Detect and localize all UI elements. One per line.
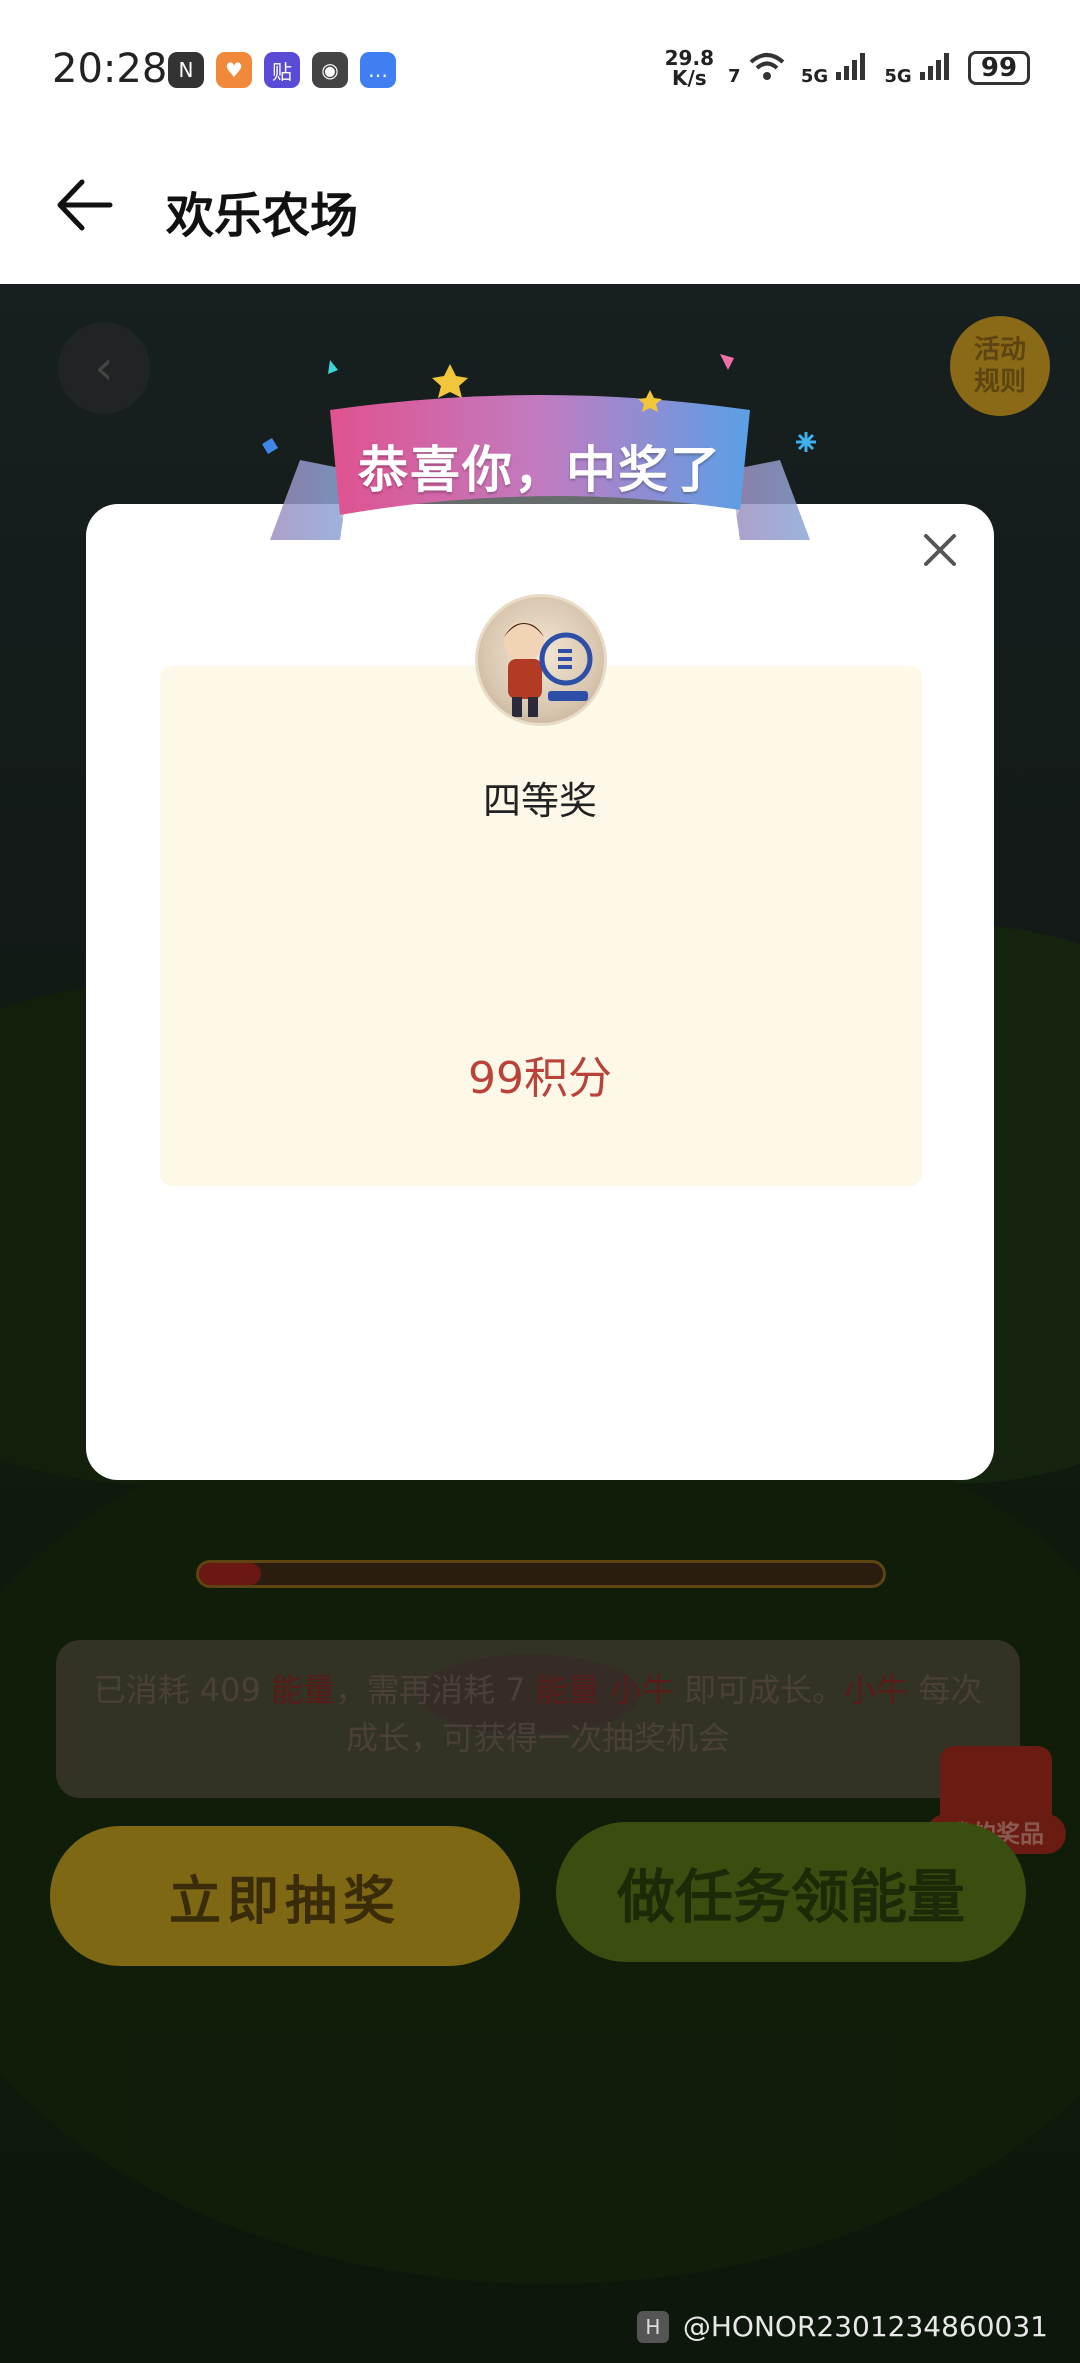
network-speed-value: 29.8 — [664, 46, 714, 70]
network-speed: 29.8 K/s — [665, 48, 714, 88]
rules-button[interactable]: 活动规则 — [950, 316, 1050, 416]
status-bar: 20:28 N ♥ 贴 ◉ … 29.8 K/s 7 5G 5G 99 — [0, 0, 1080, 140]
battery-icon: 99 — [968, 51, 1030, 85]
info-text: 已消耗 409 — [93, 1671, 272, 1709]
info-text: 即可成长。 — [673, 1671, 845, 1709]
status-indicators: 29.8 K/s 7 5G 5G 99 — [665, 48, 1030, 88]
growth-progress-fill — [199, 1563, 261, 1585]
prize-panel — [160, 666, 922, 1186]
growth-progress-bar — [196, 1560, 886, 1588]
signal-label-1: 5G — [800, 65, 829, 87]
rules-label: 活动规则 — [973, 335, 1026, 397]
status-time: 20:28 — [52, 46, 168, 92]
network-speed-unit: K/s — [671, 66, 707, 90]
wifi-label: 7 — [728, 65, 741, 87]
info-calf: 小牛 — [844, 1671, 909, 1709]
energy-info: 已消耗 409 能量，需再消耗 7 能量 小牛 即可成长。小牛 每次成长，可获得… — [56, 1640, 1020, 1798]
page-title: 欢乐农场 — [166, 188, 359, 244]
watermark-text: @HONOR2301234860031 — [682, 2310, 1048, 2343]
task-energy-button[interactable]: 做任务领能量 — [556, 1822, 1026, 1962]
info-calf: 小牛 — [609, 1671, 674, 1709]
info-text — [600, 1671, 610, 1709]
taobao-icon: ♥ — [216, 52, 252, 88]
watermark: H @HONOR2301234860031 — [636, 2310, 1048, 2343]
prize-value: 99积分 — [468, 1053, 612, 1104]
wifi-icon: 7 — [728, 50, 787, 87]
messages-icon: … — [360, 52, 396, 88]
prize-image — [475, 594, 607, 726]
info-energy: 能量 — [271, 1671, 336, 1709]
prize-modal: 四等奖 99积分 — [86, 504, 994, 1480]
nfc-icon: N — [168, 52, 204, 88]
signal-icon-2: 5G — [884, 50, 954, 87]
tieba-icon: 贴 — [264, 52, 300, 88]
prize-tier: 四等奖 — [482, 779, 597, 823]
honor-icon: H — [636, 2310, 669, 2343]
close-icon[interactable] — [912, 522, 968, 578]
draw-now-button[interactable]: 立即抽奖 — [50, 1826, 520, 1966]
signal-icon-1: 5G — [801, 50, 871, 87]
info-text: ，需再消耗 7 — [335, 1671, 536, 1709]
scene-back-icon[interactable]: ‹ — [58, 322, 150, 414]
signal-label-2: 5G — [884, 65, 912, 87]
app-header: 欢乐农场 — [0, 140, 1080, 284]
status-app-icons: N ♥ 贴 ◉ … — [168, 52, 396, 88]
wechat-icon: ◉ — [312, 52, 348, 88]
congrats-text: 恭喜你，中奖了 — [358, 441, 722, 499]
info-energy: 能量 — [535, 1671, 600, 1709]
back-arrow-icon[interactable] — [50, 170, 120, 240]
